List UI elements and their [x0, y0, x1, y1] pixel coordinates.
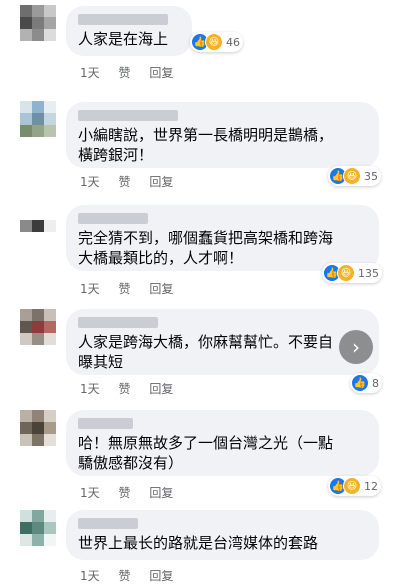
- timestamp[interactable]: 1天: [80, 282, 100, 296]
- comment-actions: 1天 赞 回复: [80, 173, 188, 190]
- haha-icon: 😆: [205, 33, 223, 51]
- timestamp[interactable]: 1天: [80, 66, 100, 80]
- author-name-blurred[interactable]: [78, 213, 148, 224]
- author-name-blurred[interactable]: [78, 317, 158, 328]
- avatar[interactable]: [20, 410, 56, 446]
- comment-bubble: 人家是在海上: [66, 6, 192, 56]
- haha-icon: 😆: [343, 477, 361, 495]
- author-name-blurred[interactable]: [78, 110, 178, 121]
- like-button[interactable]: 赞: [118, 569, 130, 583]
- reaction-count: 46: [226, 35, 240, 49]
- comment-bubble: 世界上最长的路就是台湾媒体的套路: [66, 510, 379, 560]
- reaction-count: 8: [372, 376, 379, 390]
- comment-text: 小編瞎說，世界第一長橋明明是鵲橋， 橫跨銀河！: [78, 126, 334, 164]
- comment-bubble: 小編瞎說，世界第一長橋明明是鵲橋， 橫跨銀河！: [66, 102, 379, 168]
- timestamp[interactable]: 1天: [80, 175, 100, 189]
- like-button[interactable]: 赞: [118, 382, 130, 396]
- reaction-summary[interactable]: 👍 😆 35: [328, 166, 381, 186]
- comment-text: 人家是跨海大橋，你麻幫幫忙。不要自 曝其短: [78, 333, 334, 371]
- chevron-right-icon[interactable]: ›: [339, 330, 373, 364]
- like-button[interactable]: 赞: [118, 486, 130, 500]
- like-button[interactable]: 赞: [118, 282, 130, 296]
- comment-actions: 1天 赞 回复: [80, 380, 188, 397]
- comment-actions: 1天 赞 回复: [80, 484, 188, 501]
- author-name-blurred[interactable]: [78, 518, 138, 529]
- timestamp[interactable]: 1天: [80, 569, 100, 583]
- reaction-summary[interactable]: 👍 😆 135: [322, 263, 382, 283]
- timestamp[interactable]: 1天: [80, 382, 100, 396]
- comment-bubble: 人家是跨海大橋，你麻幫幫忙。不要自 曝其短: [66, 309, 379, 375]
- reply-button[interactable]: 回复: [149, 382, 173, 396]
- reaction-summary[interactable]: 👍 😆 12: [328, 476, 381, 496]
- comment-actions: 1天 赞 回复: [80, 567, 188, 584]
- author-name-blurred[interactable]: [78, 14, 168, 25]
- reply-button[interactable]: 回复: [149, 66, 173, 80]
- comment-text: 完全猜不到，哪個蠢貨把高架橋和跨海 大橋最類比的，人才啊！: [78, 229, 334, 267]
- like-button[interactable]: 赞: [118, 175, 130, 189]
- reply-button[interactable]: 回复: [149, 569, 173, 583]
- like-button[interactable]: 赞: [118, 66, 130, 80]
- reply-button[interactable]: 回复: [149, 175, 173, 189]
- comment-text: 世界上最长的路就是台湾媒体的套路: [78, 534, 319, 552]
- reaction-count: 12: [364, 479, 378, 493]
- comment-actions: 1天 赞 回复: [80, 280, 188, 297]
- avatar[interactable]: [20, 101, 56, 137]
- timestamp[interactable]: 1天: [80, 486, 100, 500]
- comment-actions: 1天 赞 回复: [80, 64, 188, 81]
- reaction-count: 135: [358, 266, 379, 280]
- avatar[interactable]: [20, 5, 56, 41]
- reaction-summary[interactable]: 👍 8: [350, 373, 382, 393]
- haha-icon: 😆: [343, 167, 361, 185]
- like-icon: 👍: [351, 374, 369, 392]
- avatar[interactable]: [20, 309, 56, 345]
- reaction-count: 35: [364, 169, 378, 183]
- comment-bubble: 完全猜不到，哪個蠢貨把高架橋和跨海 大橋最類比的，人才啊！: [66, 205, 379, 271]
- haha-icon: 😆: [337, 264, 355, 282]
- avatar[interactable]: [20, 510, 56, 546]
- reply-button[interactable]: 回复: [149, 282, 173, 296]
- author-name-blurred[interactable]: [78, 418, 133, 429]
- reply-button[interactable]: 回复: [149, 486, 173, 500]
- comment-bubble: 哈！無原無故多了一個台灣之光（一點 驕傲感都沒有）: [66, 410, 379, 476]
- comment-text: 人家是在海上: [78, 30, 169, 48]
- avatar[interactable]: [20, 208, 56, 244]
- reaction-summary[interactable]: 👍 😆 46: [190, 32, 243, 52]
- comment-text: 哈！無原無故多了一個台灣之光（一點 驕傲感都沒有）: [78, 434, 334, 472]
